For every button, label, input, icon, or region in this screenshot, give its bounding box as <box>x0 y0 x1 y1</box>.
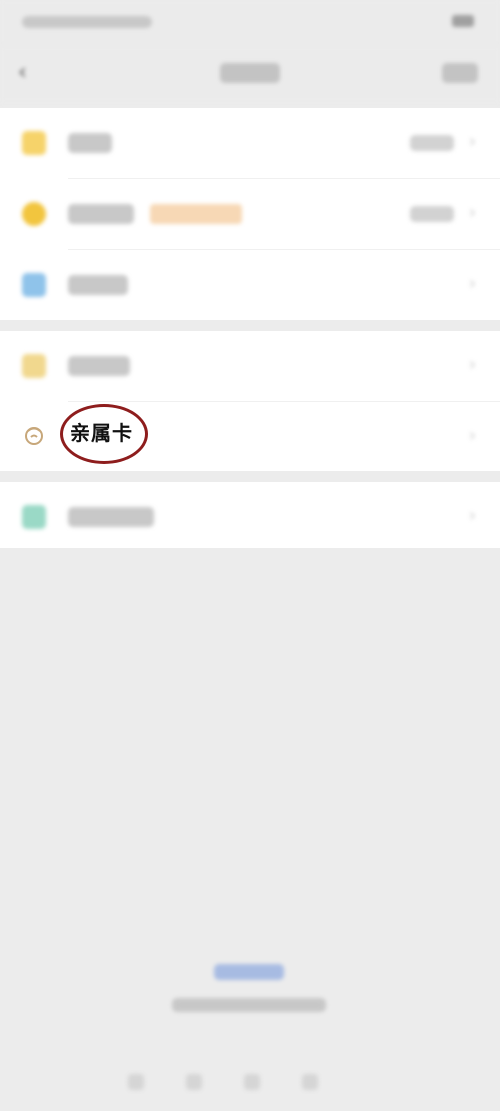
help-link[interactable] <box>214 964 284 980</box>
chevron-right-icon: › <box>468 425 476 446</box>
bottom-mark <box>186 1074 202 1090</box>
list-item-pay-points[interactable]: › <box>0 331 500 401</box>
list-item-label <box>68 356 130 376</box>
bottom-mark <box>302 1074 318 1090</box>
list-item-licai[interactable]: › <box>0 179 500 249</box>
chevron-right-icon: › <box>468 202 476 223</box>
wallet-icon <box>22 131 46 155</box>
list-item-label <box>68 133 112 153</box>
shield-icon <box>22 505 46 529</box>
page-title <box>220 63 280 83</box>
bottom-mark <box>128 1074 144 1090</box>
footer-note <box>172 998 326 1012</box>
list-item-bank-card[interactable]: › <box>0 250 500 320</box>
bank-card-icon <box>22 273 46 297</box>
list-item-label <box>68 275 128 295</box>
list-item-security[interactable]: › <box>0 482 500 548</box>
list-item-change[interactable]: › <box>0 108 500 178</box>
battery-icon <box>452 15 474 27</box>
status-bar <box>0 0 500 46</box>
chevron-right-icon: › <box>468 131 476 152</box>
list-item-label <box>68 204 134 224</box>
points-icon <box>22 354 46 378</box>
chevron-right-icon: › <box>468 505 476 526</box>
nav-bar: ‹ <box>0 46 500 102</box>
chevron-right-icon: › <box>468 273 476 294</box>
nav-right-action[interactable] <box>442 63 478 83</box>
list-item-value <box>410 206 454 222</box>
coin-icon <box>22 202 46 226</box>
highlight-circle <box>60 404 148 464</box>
chevron-right-icon: › <box>468 354 476 375</box>
list-item-value <box>410 135 454 151</box>
wallet-group: › › › <box>0 108 500 320</box>
family-card-icon <box>25 427 43 445</box>
status-time-carrier <box>22 16 152 28</box>
list-item-label <box>68 507 154 527</box>
back-button[interactable]: ‹ <box>18 62 32 84</box>
bottom-mark <box>244 1074 260 1090</box>
promo-badge <box>150 204 242 224</box>
security-group: › <box>0 482 500 548</box>
